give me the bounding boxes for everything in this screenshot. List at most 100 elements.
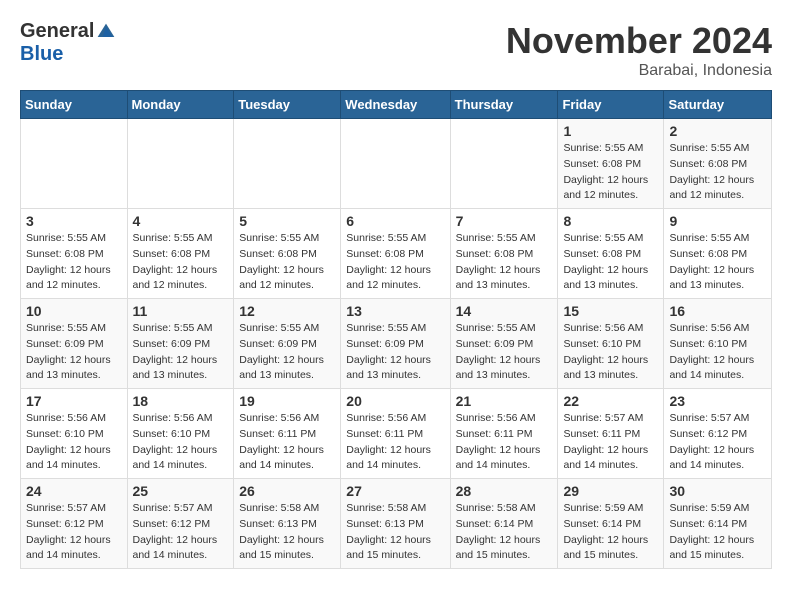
calendar-week-row: 24Sunrise: 5:57 AM Sunset: 6:12 PM Dayli… <box>21 479 772 569</box>
day-number: 3 <box>26 213 122 229</box>
day-number: 5 <box>239 213 335 229</box>
day-number: 29 <box>563 483 658 499</box>
weekday-header: Tuesday <box>234 91 341 119</box>
calendar-cell: 20 Sunrise: 5:56 AM Sunset: 6:11 PM Dayli… <box>341 389 450 479</box>
day-info: Sunrise: 5:56 AM Sunset: 6:10 PM Dayligh… <box>26 411 122 474</box>
calendar-cell: 23 Sunrise: 5:57 AM Sunset: 6:12 PM Dayli… <box>664 389 772 479</box>
day-info: Sunrise: 5:59 AM Sunset: 6:14 PM Dayligh… <box>669 501 766 564</box>
calendar-cell <box>127 119 234 209</box>
day-info: Sunrise: 5:55 AM Sunset: 6:09 PM Dayligh… <box>239 321 335 384</box>
calendar-cell: 19Sunrise: 5:56 AM Sunset: 6:11 PM Dayli… <box>234 389 341 479</box>
day-info: Sunrise: 5:56 AM Sunset: 6:11 PM Dayligh… <box>346 411 444 474</box>
calendar-cell: 8 Sunrise: 5:55 AM Sunset: 6:08 PM Daylig… <box>558 209 664 299</box>
calendar-cell: 15 Sunrise: 5:56 AM Sunset: 6:10 PM Dayli… <box>558 299 664 389</box>
day-number: 27 <box>346 483 444 499</box>
day-info: Sunrise: 5:57 AM Sunset: 6:11 PM Dayligh… <box>563 411 658 474</box>
weekday-header: Saturday <box>664 91 772 119</box>
calendar-cell: 14 Sunrise: 5:55 AM Sunset: 6:09 PM Dayli… <box>450 299 558 389</box>
day-info: Sunrise: 5:55 AM Sunset: 6:09 PM Dayligh… <box>456 321 553 384</box>
day-number: 17 <box>26 393 122 409</box>
day-info: Sunrise: 5:56 AM Sunset: 6:10 PM Dayligh… <box>669 321 766 384</box>
day-number: 14 <box>456 303 553 319</box>
calendar-cell: 26Sunrise: 5:58 AM Sunset: 6:13 PM Dayli… <box>234 479 341 569</box>
weekday-header: Wednesday <box>341 91 450 119</box>
calendar-cell: 25 Sunrise: 5:57 AM Sunset: 6:12 PM Dayli… <box>127 479 234 569</box>
day-info: Sunrise: 5:55 AM Sunset: 6:08 PM Dayligh… <box>346 231 444 294</box>
day-info: Sunrise: 5:55 AM Sunset: 6:08 PM Dayligh… <box>26 231 122 294</box>
day-number: 22 <box>563 393 658 409</box>
calendar-cell: 11Sunrise: 5:55 AM Sunset: 6:09 PM Dayli… <box>127 299 234 389</box>
logo-icon <box>96 22 116 42</box>
day-number: 4 <box>133 213 229 229</box>
calendar-cell: 18Sunrise: 5:56 AM Sunset: 6:10 PM Dayli… <box>127 389 234 479</box>
calendar-table: SundayMondayTuesdayWednesdayThursdayFrid… <box>20 90 772 569</box>
day-info: Sunrise: 5:59 AM Sunset: 6:14 PM Dayligh… <box>563 501 658 564</box>
day-number: 13 <box>346 303 444 319</box>
location-subtitle: Barabai, Indonesia <box>506 62 772 80</box>
day-number: 23 <box>669 393 766 409</box>
day-info: Sunrise: 5:55 AM Sunset: 6:08 PM Dayligh… <box>669 141 766 204</box>
calendar-cell: 9 Sunrise: 5:55 AM Sunset: 6:08 PM Daylig… <box>664 209 772 299</box>
day-info: Sunrise: 5:56 AM Sunset: 6:10 PM Dayligh… <box>563 321 658 384</box>
day-number: 15 <box>563 303 658 319</box>
weekday-header: Friday <box>558 91 664 119</box>
day-info: Sunrise: 5:58 AM Sunset: 6:13 PM Dayligh… <box>346 501 444 564</box>
calendar-cell: 24Sunrise: 5:57 AM Sunset: 6:12 PM Dayli… <box>21 479 128 569</box>
day-info: Sunrise: 5:55 AM Sunset: 6:09 PM Dayligh… <box>26 321 122 384</box>
day-number: 20 <box>346 393 444 409</box>
calendar-cell: 22 Sunrise: 5:57 AM Sunset: 6:11 PM Dayli… <box>558 389 664 479</box>
logo: General Blue <box>20 20 116 66</box>
day-number: 18 <box>133 393 229 409</box>
day-info: Sunrise: 5:55 AM Sunset: 6:08 PM Dayligh… <box>239 231 335 294</box>
calendar-week-row: 1 Sunrise: 5:55 AM Sunset: 6:08 PM Daylig… <box>21 119 772 209</box>
calendar-cell: 28Sunrise: 5:58 AM Sunset: 6:14 PM Dayli… <box>450 479 558 569</box>
calendar-cell <box>450 119 558 209</box>
day-info: Sunrise: 5:56 AM Sunset: 6:11 PM Dayligh… <box>239 411 335 474</box>
day-info: Sunrise: 5:55 AM Sunset: 6:08 PM Dayligh… <box>456 231 553 294</box>
day-number: 25 <box>133 483 229 499</box>
month-title: November 2024 <box>506 20 772 62</box>
title-block: November 2024 Barabai, Indonesia <box>506 20 772 80</box>
calendar-cell: 17 Sunrise: 5:56 AM Sunset: 6:10 PM Dayli… <box>21 389 128 479</box>
calendar-week-row: 3 Sunrise: 5:55 AM Sunset: 6:08 PM Daylig… <box>21 209 772 299</box>
day-info: Sunrise: 5:57 AM Sunset: 6:12 PM Dayligh… <box>26 501 122 564</box>
logo-blue-text: Blue <box>20 43 63 66</box>
page-header: General Blue November 2024 Barabai, Indo… <box>20 20 772 80</box>
calendar-cell: 29 Sunrise: 5:59 AM Sunset: 6:14 PM Dayli… <box>558 479 664 569</box>
day-number: 9 <box>669 213 766 229</box>
calendar-cell: 30Sunrise: 5:59 AM Sunset: 6:14 PM Dayli… <box>664 479 772 569</box>
calendar-cell: 7 Sunrise: 5:55 AM Sunset: 6:08 PM Daylig… <box>450 209 558 299</box>
day-info: Sunrise: 5:58 AM Sunset: 6:13 PM Dayligh… <box>239 501 335 564</box>
day-number: 8 <box>563 213 658 229</box>
calendar-cell <box>234 119 341 209</box>
calendar-cell: 6 Sunrise: 5:55 AM Sunset: 6:08 PM Daylig… <box>341 209 450 299</box>
day-info: Sunrise: 5:58 AM Sunset: 6:14 PM Dayligh… <box>456 501 553 564</box>
calendar-cell: 4Sunrise: 5:55 AM Sunset: 6:08 PM Daylig… <box>127 209 234 299</box>
calendar-cell: 21 Sunrise: 5:56 AM Sunset: 6:11 PM Dayli… <box>450 389 558 479</box>
calendar-cell: 13 Sunrise: 5:55 AM Sunset: 6:09 PM Dayli… <box>341 299 450 389</box>
weekday-header: Sunday <box>21 91 128 119</box>
calendar-cell <box>21 119 128 209</box>
calendar-cell: 12Sunrise: 5:55 AM Sunset: 6:09 PM Dayli… <box>234 299 341 389</box>
day-number: 6 <box>346 213 444 229</box>
day-number: 21 <box>456 393 553 409</box>
day-info: Sunrise: 5:55 AM Sunset: 6:08 PM Dayligh… <box>563 231 658 294</box>
day-info: Sunrise: 5:57 AM Sunset: 6:12 PM Dayligh… <box>669 411 766 474</box>
day-number: 10 <box>26 303 122 319</box>
calendar-cell: 5 Sunrise: 5:55 AM Sunset: 6:08 PM Daylig… <box>234 209 341 299</box>
calendar-cell: 27 Sunrise: 5:58 AM Sunset: 6:13 PM Dayli… <box>341 479 450 569</box>
day-number: 2 <box>669 123 766 139</box>
calendar-cell: 10 Sunrise: 5:55 AM Sunset: 6:09 PM Dayli… <box>21 299 128 389</box>
calendar-cell: 1 Sunrise: 5:55 AM Sunset: 6:08 PM Daylig… <box>558 119 664 209</box>
logo-general-text: General <box>20 20 94 43</box>
calendar-cell: 16 Sunrise: 5:56 AM Sunset: 6:10 PM Dayli… <box>664 299 772 389</box>
day-info: Sunrise: 5:55 AM Sunset: 6:08 PM Dayligh… <box>669 231 766 294</box>
day-number: 7 <box>456 213 553 229</box>
day-info: Sunrise: 5:56 AM Sunset: 6:11 PM Dayligh… <box>456 411 553 474</box>
day-info: Sunrise: 5:55 AM Sunset: 6:09 PM Dayligh… <box>346 321 444 384</box>
day-number: 16 <box>669 303 766 319</box>
day-number: 1 <box>563 123 658 139</box>
day-info: Sunrise: 5:55 AM Sunset: 6:08 PM Dayligh… <box>563 141 658 204</box>
day-info: Sunrise: 5:57 AM Sunset: 6:12 PM Dayligh… <box>133 501 229 564</box>
calendar-cell: 3 Sunrise: 5:55 AM Sunset: 6:08 PM Daylig… <box>21 209 128 299</box>
